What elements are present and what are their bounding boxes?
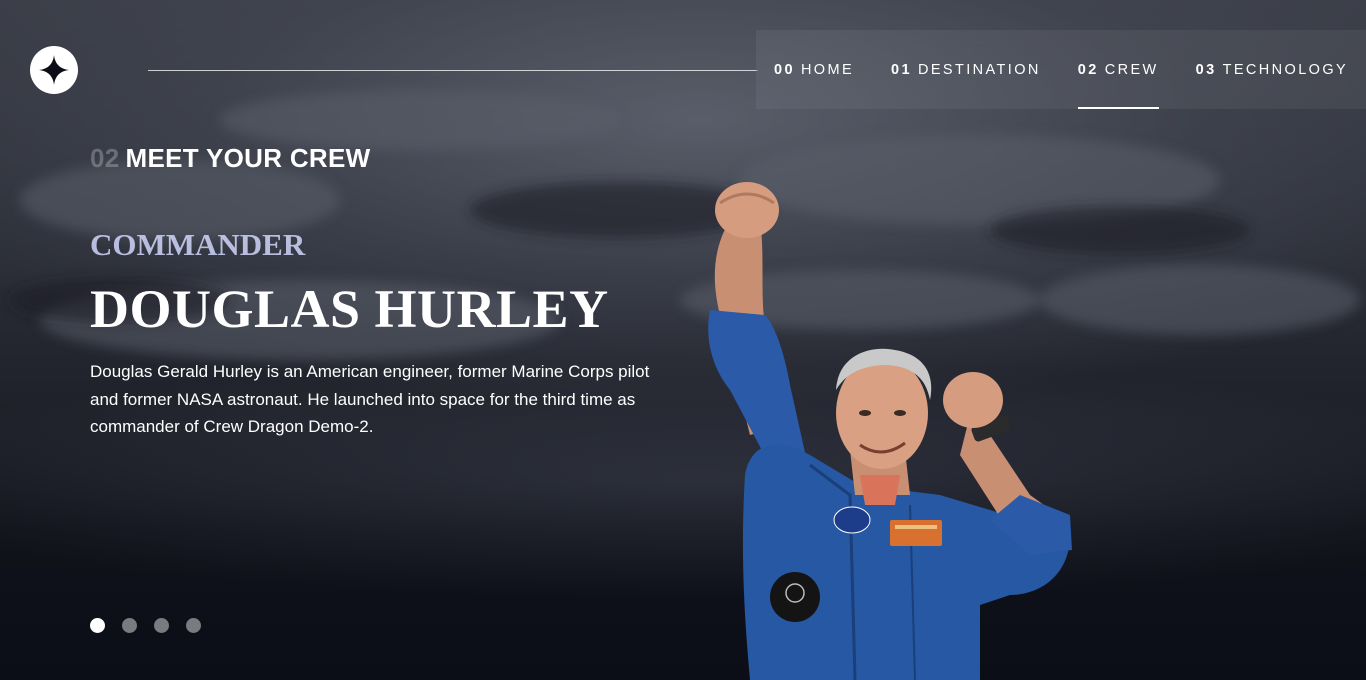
primary-navigation: 00 HOME 01 DESTINATION 02 CREW 03 TECHNO… xyxy=(756,30,1366,109)
nav-item-label: CREW xyxy=(1104,61,1159,78)
crew-slider-dots xyxy=(90,618,201,633)
crew-member-portrait xyxy=(708,182,1072,680)
page-title-label: MEET YOUR CREW xyxy=(125,143,371,173)
nav-item-number: 03 xyxy=(1195,61,1217,78)
nav-item-number: 02 xyxy=(1077,61,1099,78)
page-title-number: 02 xyxy=(90,143,120,173)
crew-bio: Douglas Gerald Hurley is an American eng… xyxy=(90,362,650,436)
crew-role: COMMANDER xyxy=(90,227,306,262)
nav-item-label: DESTINATION xyxy=(917,61,1041,78)
slider-dot-3[interactable] xyxy=(154,618,169,633)
page-title: 02 MEET YOUR CREW xyxy=(90,143,371,174)
star-logo-icon[interactable] xyxy=(30,46,78,94)
crew-name: DOUGLAS HURLEY xyxy=(90,279,609,339)
nav-item-label: HOME xyxy=(800,61,855,78)
nav-item-number: 01 xyxy=(891,61,912,78)
nav-item-crew[interactable]: 02 CREW xyxy=(1077,30,1159,109)
nav-item-destination[interactable]: 01 DESTINATION xyxy=(891,30,1041,109)
slider-dot-4[interactable] xyxy=(186,618,201,633)
header-divider-line xyxy=(148,70,758,71)
nav-item-home[interactable]: 00 HOME xyxy=(774,30,854,109)
slider-dot-1[interactable] xyxy=(90,618,105,633)
nav-item-number: 00 xyxy=(774,61,795,78)
slider-dot-2[interactable] xyxy=(122,618,137,633)
crew-page: 00 HOME 01 DESTINATION 02 CREW 03 TECHNO… xyxy=(0,0,1366,680)
nav-item-label: TECHNOLOGY xyxy=(1222,61,1349,78)
nav-item-technology[interactable]: 03 TECHNOLOGY xyxy=(1196,30,1348,109)
